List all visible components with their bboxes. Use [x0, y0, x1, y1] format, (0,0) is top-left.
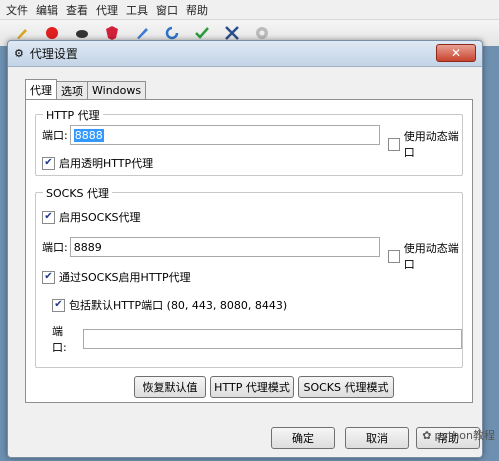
http-port-row: 端口: 8888	[42, 125, 380, 145]
menu-window[interactable]: 窗口	[156, 2, 178, 18]
http-dynamic-port-label: 使用动态端口	[403, 130, 459, 159]
http-dynamic-port-checkbox[interactable]: 使用动态端口	[388, 128, 462, 160]
socks-dynamic-port-box[interactable]	[388, 249, 400, 263]
http-proxy-mode-button[interactable]: HTTP 代理模式	[210, 376, 294, 398]
transparent-http-box[interactable]: ✔	[42, 156, 55, 170]
menu-file[interactable]: 文件	[6, 2, 28, 18]
menu-proxy[interactable]: 代理	[96, 2, 118, 18]
tools-icon[interactable]	[224, 25, 240, 41]
menu-edit[interactable]: 编辑	[36, 2, 58, 18]
menu-view[interactable]: 查看	[66, 2, 88, 18]
watermark: ✿ python教程	[422, 427, 495, 443]
proxy-tab-panel: HTTP 代理 端口: 8888 使用动态端口 ✔ 启用透明HTTP代理 SOC…	[25, 99, 473, 403]
menu-tools[interactable]: 工具	[126, 2, 148, 18]
http-proxy-title: HTTP 代理	[43, 107, 103, 123]
watermark-text: python教程	[434, 429, 495, 442]
socks-port-label: 端口:	[42, 241, 68, 254]
cancel-button[interactable]: 取消	[345, 427, 409, 449]
socks-enable-checkbox[interactable]: ✔ 启用SOCKS代理	[42, 209, 141, 225]
transparent-http-label: 启用透明HTTP代理	[59, 157, 154, 170]
proxy-settings-dialog: ⚙ 代理设置 ✕ 代理 选项 Windows HTTP 代理 端口: 8888 …	[7, 40, 483, 458]
socks-proxy-group: SOCKS 代理 ✔ 启用SOCKS代理 端口: 8889 使用动态端口 ✔ 通…	[35, 185, 463, 368]
close-button[interactable]: ✕	[436, 44, 476, 62]
check-icon[interactable]	[194, 25, 210, 41]
socks-port2-input[interactable]	[83, 329, 462, 349]
include-default-ports-label: 包括默认HTTP端口 (80, 443, 8080, 8443)	[69, 299, 288, 312]
turtle-icon[interactable]	[74, 25, 90, 41]
via-socks-http-box[interactable]: ✔	[42, 270, 55, 284]
socks-enable-box[interactable]: ✔	[42, 210, 55, 224]
via-socks-http-checkbox[interactable]: ✔ 通过SOCKS启用HTTP代理	[42, 269, 191, 285]
socks-proxy-mode-button[interactable]: SOCKS 代理模式	[298, 376, 394, 398]
socks-enable-label: 启用SOCKS代理	[59, 211, 141, 224]
tab-windows[interactable]: Windows	[87, 81, 147, 99]
restore-defaults-button[interactable]: 恢复默认值	[134, 376, 206, 398]
http-port-input[interactable]: 8888	[69, 125, 380, 145]
broom-icon[interactable]	[14, 25, 30, 41]
socks-port-input[interactable]: 8889	[69, 237, 380, 257]
tab-options[interactable]: 选项	[56, 81, 88, 99]
gear-icon[interactable]	[254, 25, 270, 41]
record-icon[interactable]	[44, 25, 60, 41]
tab-bar: 代理 选项 Windows	[25, 79, 147, 99]
pencil-icon[interactable]	[134, 25, 150, 41]
dialog-titlebar: ⚙ 代理设置	[8, 41, 482, 67]
via-socks-http-label: 通过SOCKS启用HTTP代理	[59, 271, 191, 284]
wechat-icon: ✿	[422, 428, 432, 442]
socks-port-row: 端口: 8889	[42, 237, 380, 257]
refresh-icon[interactable]	[164, 25, 180, 41]
socks-port2-label: 端口:	[52, 325, 67, 354]
dialog-title: 代理设置	[29, 47, 78, 61]
shield-icon[interactable]	[104, 25, 120, 41]
socks-dynamic-port-checkbox[interactable]: 使用动态端口	[388, 240, 462, 272]
http-dynamic-port-box[interactable]	[388, 137, 400, 151]
http-port-label: 端口:	[42, 129, 68, 142]
socks-proxy-title: SOCKS 代理	[43, 185, 113, 201]
include-default-ports-checkbox[interactable]: ✔ 包括默认HTTP端口 (80, 443, 8080, 8443)	[52, 297, 287, 313]
ok-button[interactable]: 确定	[271, 427, 335, 449]
tab-proxy[interactable]: 代理	[25, 79, 57, 99]
include-default-ports-box[interactable]: ✔	[52, 298, 65, 312]
http-port-value: 8888	[73, 128, 104, 142]
socks-port2-row: 端口:	[52, 323, 462, 355]
menu-bar: 文件 编辑 查看 代理 工具 窗口 帮助	[0, 0, 499, 20]
http-proxy-group: HTTP 代理 端口: 8888 使用动态端口 ✔ 启用透明HTTP代理	[35, 107, 463, 176]
socks-dynamic-port-label: 使用动态端口	[403, 242, 459, 271]
menu-help[interactable]: 帮助	[186, 2, 208, 18]
window-icon: ⚙	[14, 47, 24, 60]
transparent-http-checkbox[interactable]: ✔ 启用透明HTTP代理	[42, 155, 153, 171]
